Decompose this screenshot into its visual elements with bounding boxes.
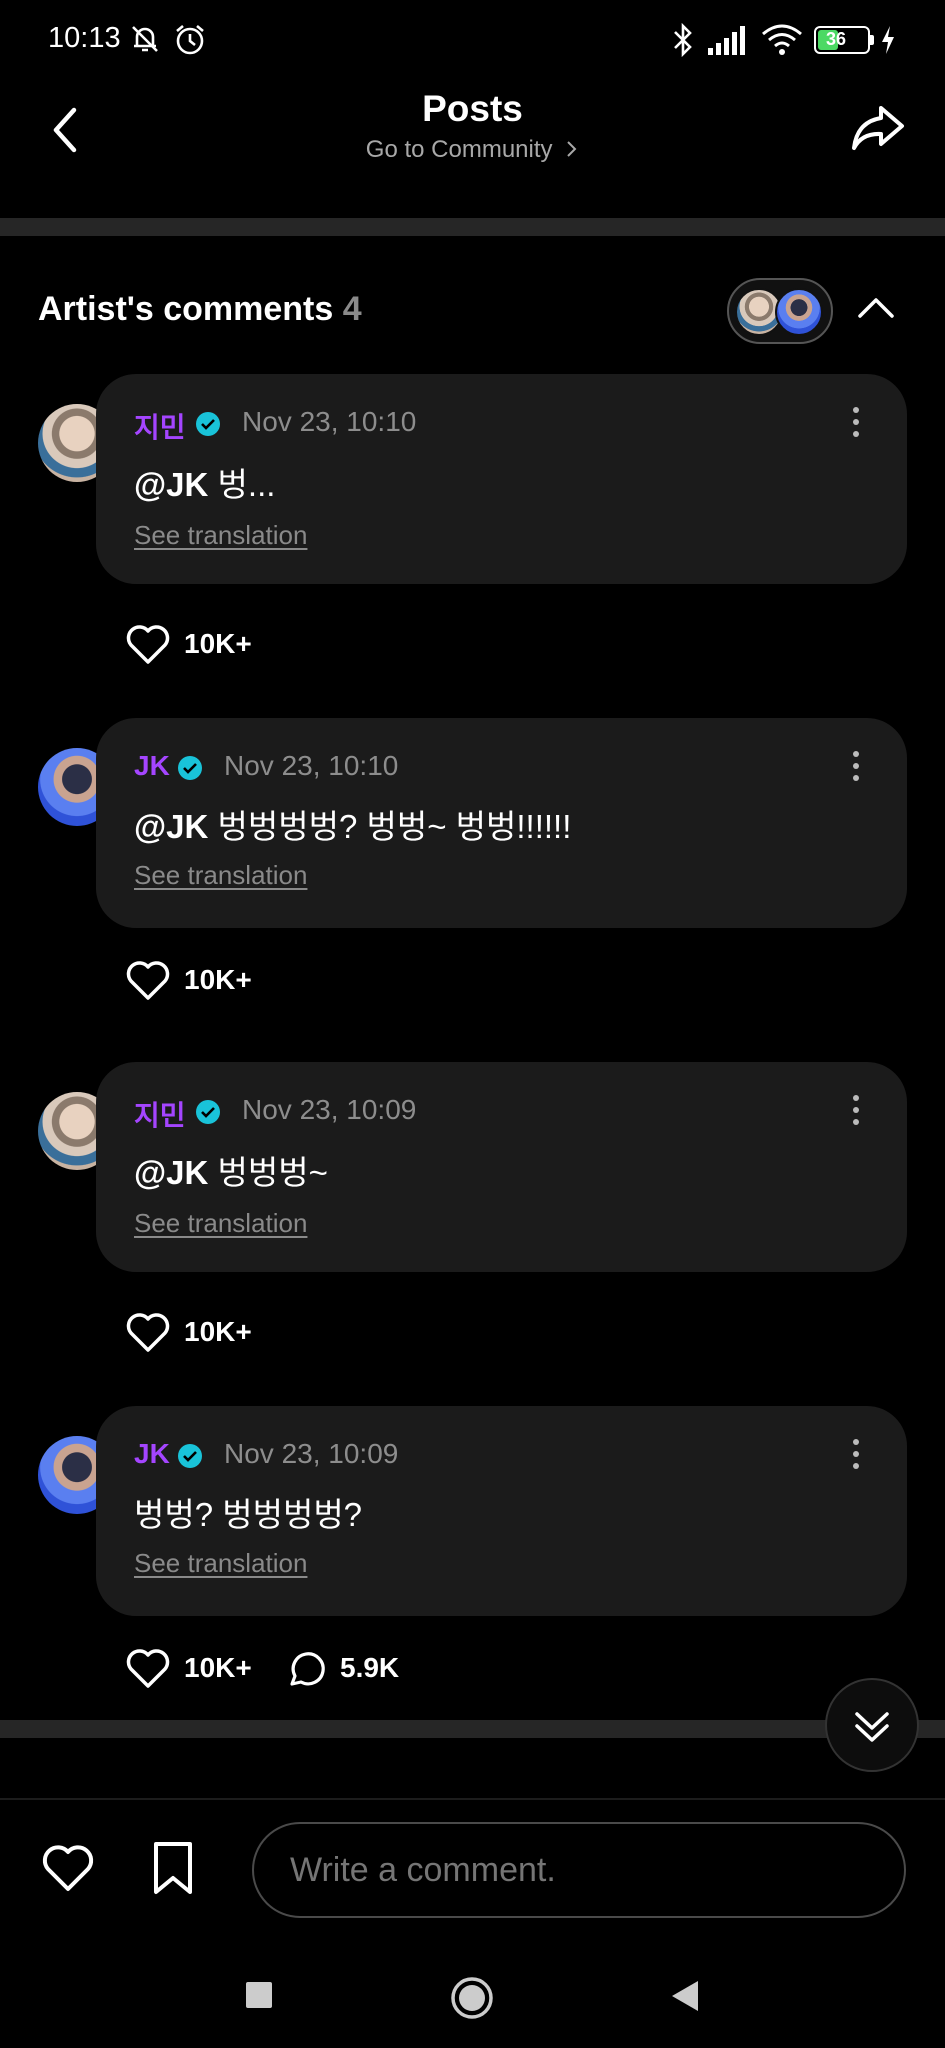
comment-bubble: 지민 Nov 23, 10:10 @JK 벙... See translatio… [96,374,907,584]
home-icon[interactable] [450,1976,494,2020]
wifi-icon [762,24,802,55]
chevron-up-icon[interactable] [854,290,898,324]
status-time: 10:13 [48,22,121,54]
comment-item: 지민 Nov 23, 10:10 @JK 벙... See translatio… [0,374,945,674]
reply-count: 5.9K [340,1652,400,1683]
comment-mention[interactable]: @JK [134,808,208,845]
verified-icon [178,1444,202,1468]
verified-icon [178,756,202,780]
more-options-icon[interactable] [846,1434,866,1474]
comment-text: @JK 벙... [134,458,275,506]
heart-icon[interactable] [124,1310,172,1354]
verified-icon [196,412,220,436]
comment-time: Nov 23, 10:10 [224,750,399,781]
comment-time: Nov 23, 10:09 [242,1094,417,1125]
comment-bubble: JK Nov 23, 10:09 벙벙? 벙벙벙벙? See translati… [96,1406,907,1616]
page-title: Posts [422,88,523,129]
double-chevron-down-icon [855,1712,889,1742]
comment-author[interactable]: 지민 [134,1094,186,1134]
comment-author[interactable]: 지민 [134,406,186,446]
recents-icon[interactable] [244,1980,274,2010]
like-count: 10K+ [184,628,252,659]
avatar-jk-mini [775,288,823,336]
see-translation-link[interactable]: See translation [134,1208,307,1239]
battery-icon: 36 [814,26,874,54]
comment-mention[interactable]: @JK [134,1154,208,1191]
comment-bubble: JK Nov 23, 10:10 @JK 벙벙벙벙? 벙벙~ 벙벙!!!!!! … [96,718,907,928]
comment-author[interactable]: JK [134,750,170,782]
comment-author[interactable]: JK [134,1438,170,1470]
see-translation-link[interactable]: See translation [134,860,307,891]
comment-body: 벙벙벙~ [208,1154,328,1191]
scroll-down-button[interactable] [825,1678,919,1772]
battery-level: 36 [826,29,847,49]
comment-bubble-icon[interactable] [284,1648,326,1690]
artist-comments-header: Artist's comments 4 [0,270,945,350]
bottom-action-bar [0,1798,945,1948]
comment-mention[interactable]: @JK [134,466,208,503]
comment-item: JK Nov 23, 10:10 @JK 벙벙벙벙? 벙벙~ 벙벙!!!!!! … [0,718,945,1018]
bookmark-icon[interactable] [148,1840,198,1896]
verified-icon [196,1100,220,1124]
heart-icon[interactable] [124,1646,172,1690]
comment-item: 지민 Nov 23, 10:09 @JK 벙벙벙~ See translatio… [0,1062,945,1362]
like-count: 10K+ [184,1316,252,1347]
header: Posts Go to Community [0,84,945,218]
alarm-icon [176,25,204,55]
mute-icon [132,26,158,52]
charging-icon [882,26,894,54]
comment-text: 벙벙? 벙벙벙벙? [134,1488,362,1536]
heart-icon[interactable] [40,1842,96,1894]
bluetooth-icon [674,22,692,58]
more-options-icon[interactable] [846,746,866,786]
artist-comments-count: 4 [342,290,362,328]
artist-comments-label: Artist's comments [38,290,334,328]
comment-bubble: 지민 Nov 23, 10:09 @JK 벙벙벙~ See translatio… [96,1062,907,1272]
like-count: 10K+ [184,964,252,995]
go-to-community-label: Go to Community [365,136,553,163]
comment-time: Nov 23, 10:10 [242,406,417,437]
heart-icon[interactable] [124,958,172,1002]
artist-comments-title: Artist's comments 4 [38,290,362,329]
status-bar: 10:13 36 [0,0,945,84]
comment-time: Nov 23, 10:09 [224,1438,399,1469]
system-nav-bar [0,1948,945,2048]
see-translation-link[interactable]: See translation [134,1548,307,1579]
like-count: 10K+ [184,1652,252,1683]
share-button[interactable] [848,98,908,158]
signal-icon [708,26,745,55]
go-to-community-link[interactable]: Go to Community [0,136,945,164]
chevron-right-icon [567,141,577,157]
see-translation-link[interactable]: See translation [134,520,307,551]
comment-item: JK Nov 23, 10:09 벙벙? 벙벙벙벙? See translati… [0,1406,945,1706]
artist-avatar-filter[interactable] [727,278,833,344]
more-options-icon[interactable] [846,1090,866,1130]
comment-text: @JK 벙벙벙벙? 벙벙~ 벙벙!!!!!! [134,800,571,848]
more-options-icon[interactable] [846,402,866,442]
comment-body: 벙벙? 벙벙벙벙? [134,1496,363,1533]
comment-input[interactable] [252,1822,906,1918]
comment-body: 벙벙벙벙? 벙벙~ 벙벙!!!!!! [208,808,572,845]
comment-text: @JK 벙벙벙~ [134,1146,328,1194]
comment-body: 벙... [208,466,276,503]
heart-icon[interactable] [124,622,172,666]
section-divider [0,218,945,236]
back-nav-icon[interactable] [668,1978,702,2014]
section-divider [0,1720,945,1738]
